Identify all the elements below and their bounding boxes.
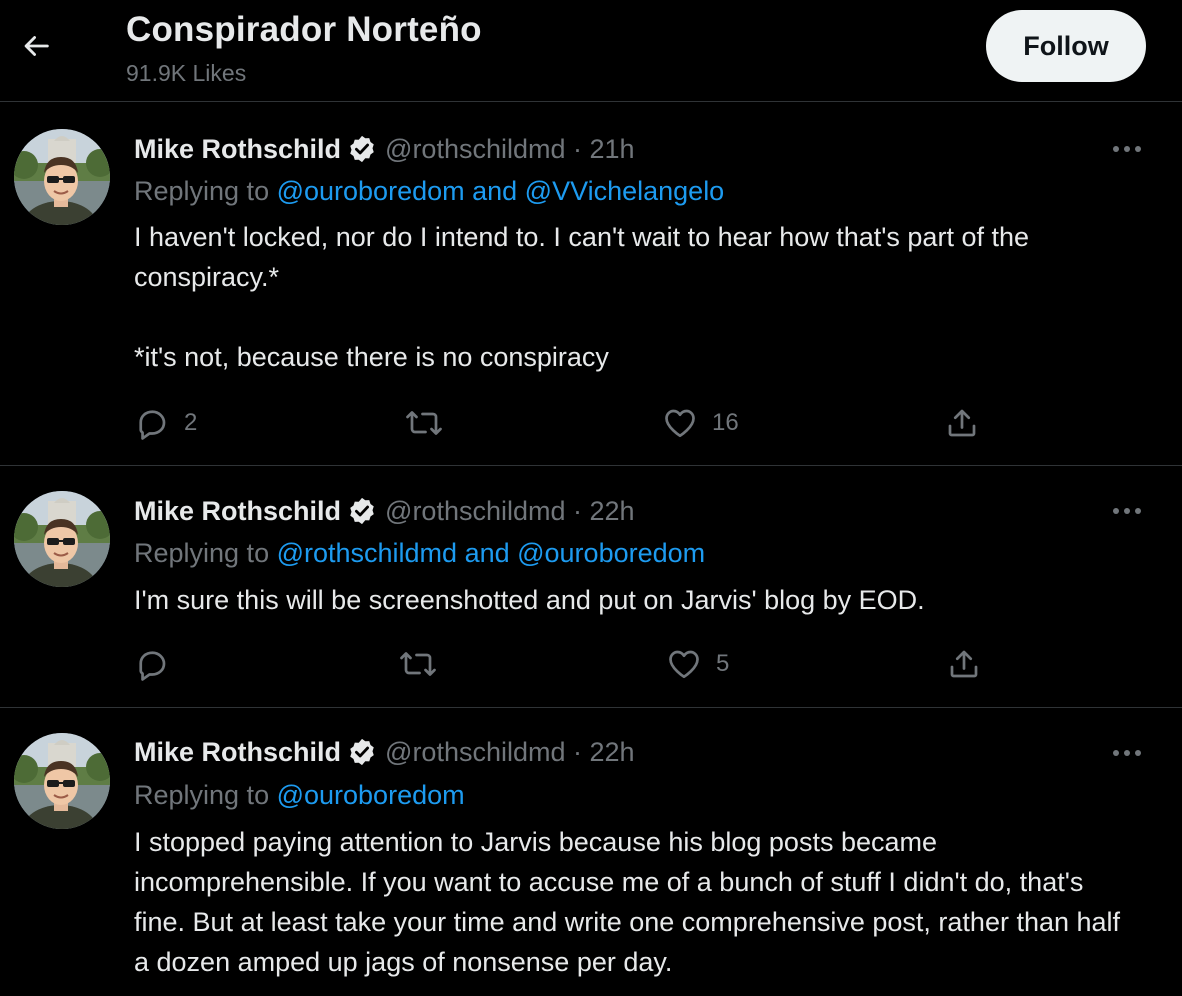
tweet[interactable]: Mike Rothschild @rothschildmd · 21h Repl…	[0, 103, 1182, 466]
verified-badge-icon	[347, 496, 377, 526]
avatar[interactable]	[14, 491, 110, 587]
author-name[interactable]: Mike Rothschild	[134, 134, 341, 165]
tweet-paragraph: *it's not, because there is no conspirac…	[134, 342, 609, 372]
more-button[interactable]	[1105, 738, 1149, 768]
tweet-paragraph: I'm sure this will be screenshotted and …	[134, 585, 925, 615]
replying-to-prefix: Replying to	[134, 176, 277, 206]
more-button[interactable]	[1105, 134, 1149, 164]
more-icon	[1113, 146, 1141, 152]
tweet-author-row: Mike Rothschild @rothschildmd · 22h	[134, 734, 635, 770]
tweet-paragraph: I stopped paying attention to Jarvis bec…	[134, 827, 1121, 977]
tweet-text: I haven't locked, nor do I intend to. I …	[134, 217, 1134, 377]
retweet-icon	[400, 652, 436, 676]
more-icon	[1113, 508, 1141, 514]
verified-badge-icon	[347, 737, 377, 767]
like-count: 16	[712, 409, 739, 436]
replying-to: Replying to @ouroboredom and @VVichelang…	[134, 176, 724, 207]
share-button[interactable]	[944, 405, 980, 441]
arrow-left-icon	[24, 36, 49, 56]
retweet-button[interactable]	[404, 405, 458, 441]
tweet[interactable]: Mike Rothschild @rothschildmd · 22h Repl…	[0, 466, 1182, 708]
author-handle-time[interactable]: @rothschildmd · 21h	[385, 134, 635, 165]
replying-to: Replying to @ouroboredom	[134, 780, 465, 811]
profile-header: Conspirador Norteño 91.9K Likes Follow	[0, 0, 1182, 102]
avatar[interactable]	[14, 733, 110, 829]
reply-button[interactable]	[134, 646, 184, 682]
replying-to-prefix: Replying to	[134, 538, 277, 568]
tweet-paragraph: I haven't locked, nor do I intend to. I …	[134, 222, 1029, 292]
back-button[interactable]	[16, 26, 56, 66]
more-icon	[1113, 750, 1141, 756]
replying-to-prefix: Replying to	[134, 780, 277, 810]
replying-to-links[interactable]: @ouroboredom	[277, 780, 465, 810]
reply-icon	[139, 410, 166, 440]
share-icon	[948, 409, 976, 437]
reply-count: 2	[184, 409, 198, 436]
author-name[interactable]: Mike Rothschild	[134, 737, 341, 768]
share-icon	[950, 650, 978, 678]
retweet-button[interactable]	[398, 646, 452, 682]
author-handle-time[interactable]: @rothschildmd · 22h	[385, 496, 635, 527]
retweet-icon	[406, 411, 442, 435]
tweet[interactable]: Mike Rothschild @rothschildmd · 22h Repl…	[0, 708, 1182, 996]
reply-icon	[139, 651, 166, 681]
verified-badge-icon	[347, 134, 377, 164]
tweet-author-row: Mike Rothschild @rothschildmd · 21h	[134, 131, 635, 167]
like-button[interactable]: 5	[666, 646, 729, 682]
share-button[interactable]	[946, 646, 982, 682]
heart-icon	[665, 409, 695, 438]
likes-count: 91.9K Likes	[126, 60, 247, 86]
reply-button[interactable]: 2	[134, 405, 197, 441]
tweet-text: I stopped paying attention to Jarvis bec…	[134, 822, 1134, 982]
follow-button[interactable]: Follow	[986, 10, 1146, 82]
more-button[interactable]	[1105, 496, 1149, 526]
profile-name: Conspirador Norteño	[126, 10, 482, 49]
tweet-text: I'm sure this will be screenshotted and …	[134, 580, 1134, 620]
like-button[interactable]: 16	[662, 405, 739, 441]
heart-icon	[669, 650, 699, 679]
replying-to-links[interactable]: @ouroboredom and @VVichelangelo	[277, 176, 725, 206]
avatar[interactable]	[14, 129, 110, 225]
replying-to: Replying to @rothschildmd and @ourobored…	[134, 538, 705, 569]
tweet-author-row: Mike Rothschild @rothschildmd · 22h	[134, 493, 635, 529]
author-name[interactable]: Mike Rothschild	[134, 496, 341, 527]
replying-to-links[interactable]: @rothschildmd and @ouroboredom	[277, 538, 706, 568]
like-count: 5	[716, 650, 730, 677]
author-handle-time[interactable]: @rothschildmd · 22h	[385, 737, 635, 768]
